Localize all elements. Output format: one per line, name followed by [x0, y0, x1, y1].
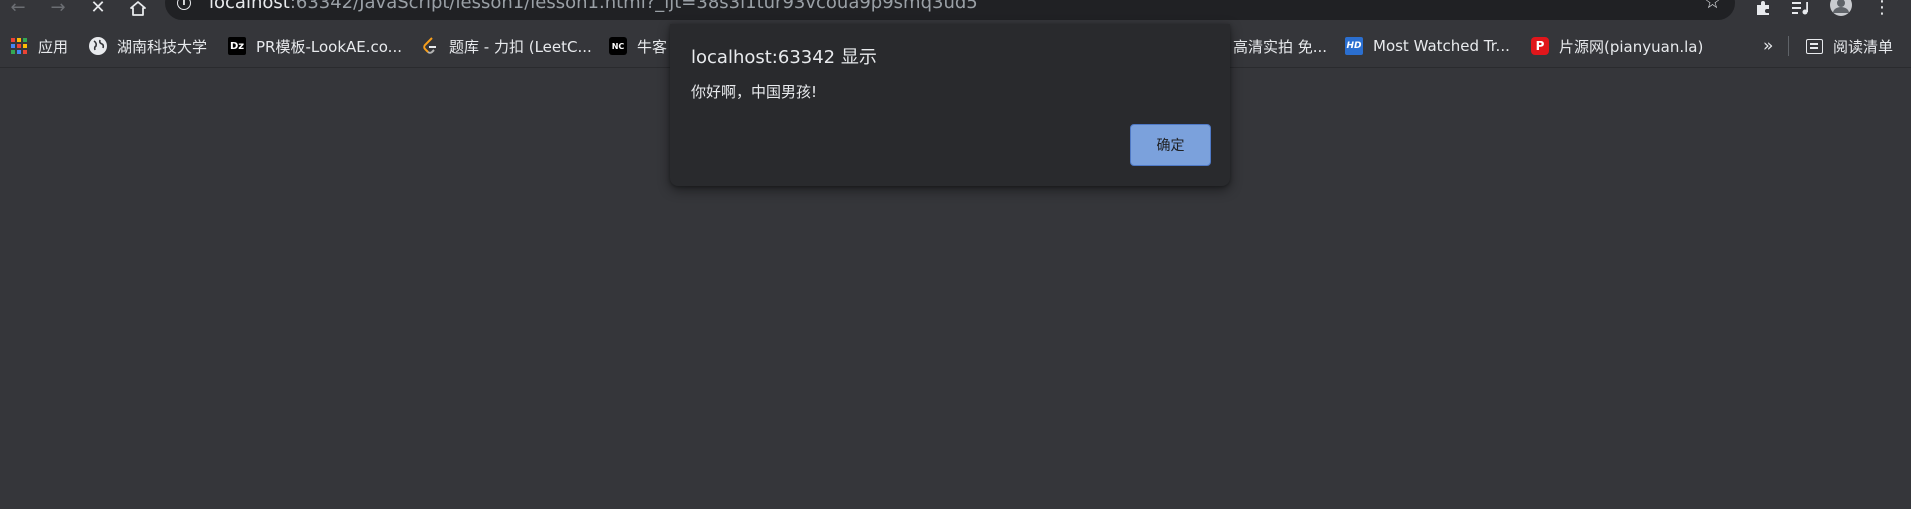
bookmark-lookae[interactable]: Dz PR模板-LookAE.co...	[228, 24, 402, 68]
star-icon[interactable]: ☆	[1704, 0, 1721, 12]
dialog-title: localhost:63342 显示	[691, 47, 877, 68]
apps-grid-icon	[10, 37, 28, 55]
close-icon[interactable]: ✕	[84, 0, 112, 17]
media-queue-shape	[1792, 2, 1808, 15]
dialog-message: 你好啊，中国男孩!	[691, 83, 818, 101]
browser-toolbar: ← → ✕ i localhost:63342/JavaScript/lesso…	[0, 0, 1911, 24]
home-icon[interactable]	[124, 0, 152, 16]
forward-arrow-icon[interactable]: →	[44, 0, 72, 17]
avatar-shape	[1830, 0, 1852, 16]
leetcode-shape	[423, 37, 436, 54]
bookmarks-overflow-button[interactable]: »	[1763, 24, 1773, 68]
kebab-menu-icon[interactable]: ⋮	[1872, 0, 1892, 17]
bookmark-label: 片源网(pianyuan.la)	[1559, 37, 1704, 56]
nowcoder-icon: NC	[609, 37, 627, 55]
reading-list-label: 阅读清单	[1833, 37, 1894, 56]
globe-icon	[89, 37, 107, 55]
bookmark-label: 牛客	[637, 37, 668, 56]
reading-list-button[interactable]: 阅读清单	[1805, 24, 1893, 68]
puzzle-shape	[1757, 1, 1769, 15]
reading-list-icon	[1805, 37, 1823, 55]
bookmarks-divider	[1788, 36, 1789, 56]
back-arrow-icon[interactable]: ←	[4, 0, 32, 17]
bookmark-label: 题库 - 力扣 (LeetC...	[449, 37, 592, 56]
bookmark-hnust[interactable]: 湖南科技大学	[89, 24, 207, 68]
home-shape	[130, 0, 146, 16]
media-queue-icon[interactable]	[1786, 0, 1814, 16]
info-icon[interactable]: i	[177, 0, 191, 10]
bookmark-apps[interactable]: 应用	[10, 24, 68, 68]
puzzle-icon[interactable]	[1749, 0, 1777, 16]
bookmark-hd-stock[interactable]: 高清实拍 免...	[1233, 24, 1327, 68]
dz-icon: Dz	[228, 37, 246, 55]
ok-button[interactable]: 确定	[1130, 124, 1211, 166]
url-path: :63342/JavaScript/lesson1/lesson1.html?_…	[289, 0, 978, 13]
bookmark-label: 湖南科技大学	[117, 37, 208, 56]
bookmark-label: 高清实拍 免...	[1233, 37, 1328, 56]
bookmark-pianyuan[interactable]: P 片源网(pianyuan.la)	[1531, 24, 1703, 68]
globe-shape	[90, 38, 106, 54]
url-text[interactable]: localhost:63342/JavaScript/lesson1/lesso…	[209, 0, 978, 13]
alert-dialog: localhost:63342 显示 你好啊，中国男孩! 确定	[670, 24, 1230, 186]
bookmark-nowcoder[interactable]: NC 牛客	[609, 24, 667, 68]
avatar[interactable]	[1830, 0, 1852, 16]
bookmark-leetcode[interactable]: 题库 - 力扣 (LeetC...	[421, 24, 592, 68]
bookmark-label: PR模板-LookAE.co...	[256, 37, 402, 56]
bookmark-label: 应用	[38, 37, 69, 56]
bookmark-label: Most Watched Tr...	[1373, 37, 1510, 55]
leetcode-icon	[421, 37, 439, 55]
pianyuan-icon: P	[1531, 37, 1549, 55]
url-host: localhost	[209, 0, 290, 13]
bookmark-most-watched[interactable]: HD Most Watched Tr...	[1345, 24, 1510, 68]
address-bar[interactable]: i localhost:63342/JavaScript/lesson1/les…	[165, 0, 1735, 20]
hd-icon: HD	[1345, 37, 1363, 55]
